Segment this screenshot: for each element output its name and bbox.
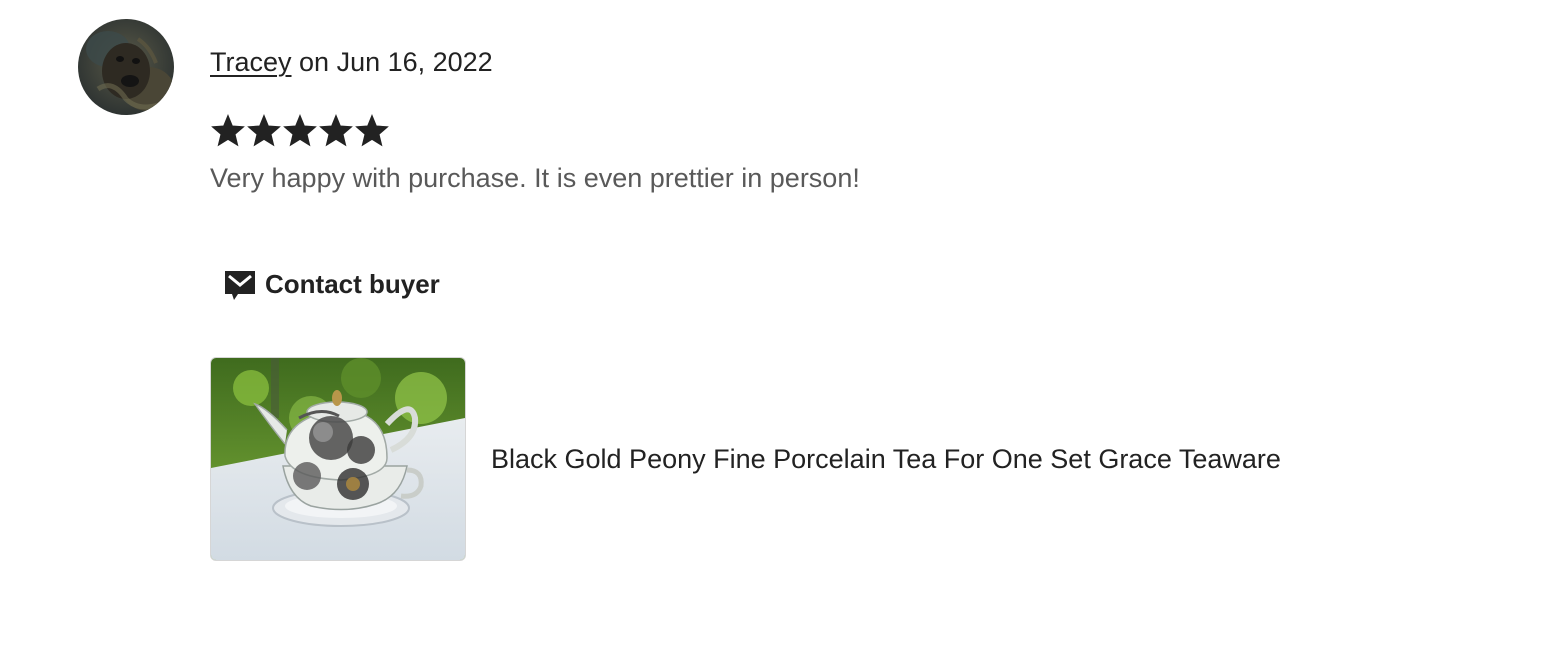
review-byline: Tracey on Jun 16, 2022 [210,44,493,80]
listing-thumbnail[interactable] [210,357,466,561]
star-icon [247,114,281,147]
reviewer-name-link[interactable]: Tracey [210,47,292,77]
reviewer-avatar[interactable] [78,19,174,115]
review-date: on Jun 16, 2022 [299,47,493,77]
star-icon [211,114,245,147]
review-card: Tracey on Jun 16, 2022 Very happy with p… [0,0,1548,662]
listing-link[interactable]: Black Gold Peony Fine Porcelain Tea For … [210,357,1281,561]
contact-buyer-label: Contact buyer [265,268,440,299]
teapot-image [211,358,465,560]
star-rating [210,113,390,151]
star-icon [319,114,353,147]
contact-buyer-button[interactable]: Contact buyer [212,262,452,306]
mail-icon [225,270,255,300]
star-icon [355,114,389,147]
avatar-image [78,19,174,115]
star-icon [283,114,317,147]
listing-title[interactable]: Black Gold Peony Fine Porcelain Tea For … [491,441,1281,477]
review-text: Very happy with purchase. It is even pre… [210,163,860,193]
